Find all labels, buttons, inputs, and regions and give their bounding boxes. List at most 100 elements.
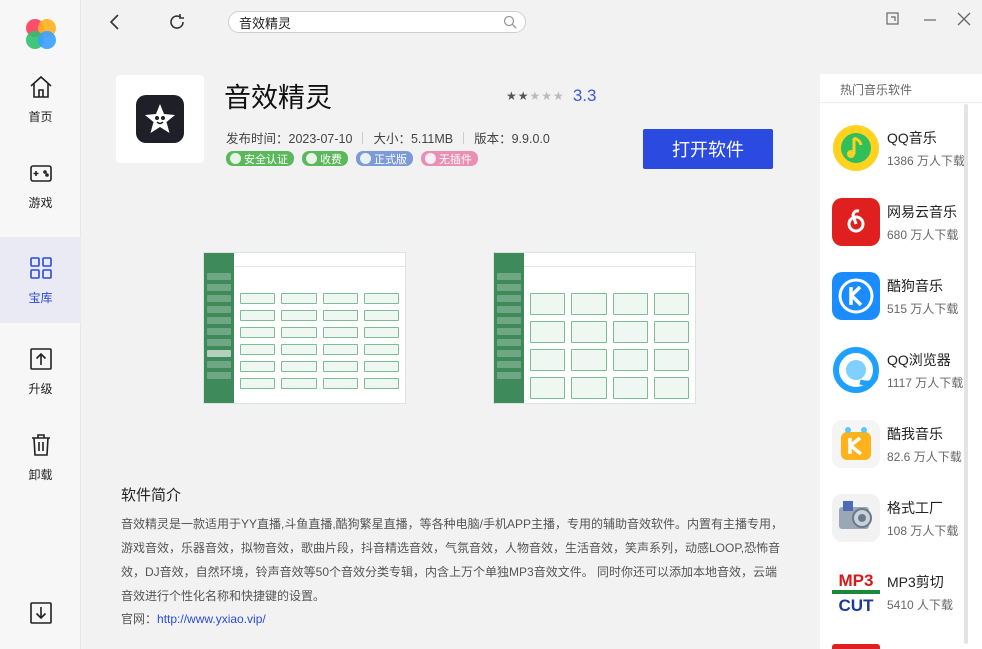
screenshot-grid — [240, 293, 399, 389]
nav-item-home[interactable]: 首页 — [0, 56, 81, 142]
next-item-peek — [832, 644, 880, 649]
kuwo-icon — [832, 420, 880, 468]
item-name: 格式工厂 — [887, 499, 943, 516]
screenshot-sidebar — [494, 253, 524, 403]
home-icon — [29, 75, 52, 98]
badge-label: 正式版 — [374, 153, 407, 166]
close-icon — [957, 12, 971, 26]
hot-music-panel: 热门音乐软件 QQ音乐 1386 万人下载 网易云音乐 680 万人下载 酷狗音乐 5… — [820, 74, 982, 649]
scrollbar[interactable] — [964, 104, 968, 644]
item-name: MP3剪切 — [887, 573, 944, 590]
badge-label: 安全认证 — [244, 153, 288, 166]
divider — [820, 102, 982, 103]
hot-item-kuwo[interactable]: 酷我音乐 82.6 万人下载 — [832, 417, 972, 471]
gamepad-icon — [29, 164, 52, 182]
badge-no-plugin: 无插件 — [421, 151, 478, 166]
netease-music-icon — [832, 198, 880, 246]
nav-item-upgrade[interactable]: 升级 — [0, 328, 81, 414]
app-title: 音效精灵 — [224, 83, 332, 113]
hot-item-netease[interactable]: 网易云音乐 680 万人下载 — [832, 195, 972, 249]
nav-item-treasury[interactable]: 宝库 — [0, 237, 81, 323]
upgrade-icon — [29, 347, 52, 370]
app-meta: 发布时间：2023-07-10 大小：5.11MB 版本：9.9.0.0 — [226, 128, 550, 147]
refresh-icon — [170, 14, 184, 29]
nav-download[interactable] — [0, 590, 81, 636]
left-nav: 首页 游戏 宝库 升级 卸载 — [0, 0, 81, 649]
back-button[interactable] — [103, 10, 127, 34]
app-screenshot-2[interactable] — [493, 252, 696, 404]
intro-title: 软件简介 — [121, 487, 182, 504]
screenshot-titlebar — [494, 253, 695, 267]
qqmusic-icon — [832, 124, 880, 172]
refresh-button[interactable] — [165, 10, 189, 34]
minimize-icon — [924, 19, 936, 21]
plugin-icon — [425, 153, 436, 164]
nav-item-games[interactable]: 游戏 — [0, 142, 81, 228]
app-icon-container — [116, 75, 204, 163]
app-logo-icon — [26, 19, 56, 49]
item-downloads: 5410 人下载 — [887, 597, 954, 612]
item-name: QQ音乐 — [887, 129, 937, 146]
hot-item-kugou[interactable]: 酷狗音乐 515 万人下载 — [832, 269, 972, 323]
download-icon — [29, 602, 52, 624]
yen-icon — [306, 153, 317, 164]
divider — [362, 131, 364, 144]
version: 版本：9.9.0.0 — [474, 132, 550, 146]
kugou-icon — [832, 272, 880, 320]
rating-stars: ★★★★★ — [506, 89, 565, 103]
nav-label: 卸载 — [28, 467, 53, 482]
format-factory-icon — [832, 494, 880, 542]
item-downloads: 108 万人下载 — [887, 523, 959, 538]
qqbrowser-icon — [832, 346, 880, 394]
search-box — [228, 11, 526, 33]
item-name: 网易云音乐 — [887, 203, 957, 220]
item-name: 酷狗音乐 — [887, 277, 943, 294]
nav-item-uninstall[interactable]: 卸载 — [0, 414, 81, 500]
site-link[interactable]: http://www.yxiao.vip/ — [157, 612, 266, 626]
nav-label: 游戏 — [28, 195, 53, 210]
badge-label: 收费 — [320, 153, 342, 166]
official-site: 官网：http://www.yxiao.vip/ — [121, 610, 266, 627]
badge-label: 无插件 — [439, 153, 472, 166]
close-button[interactable] — [955, 10, 973, 28]
minimize-button[interactable] — [921, 10, 939, 28]
app-rating: ★★★★★ 3.3 — [506, 86, 596, 106]
intro-body: 音效精灵是一款适用于YY直播,斗鱼直播,酷狗繁星直播，等各种电脑/手机APP主播… — [121, 517, 784, 603]
badge-safe: 安全认证 — [226, 151, 294, 166]
hot-item-qqmusic[interactable]: QQ音乐 1386 万人下载 — [832, 121, 972, 175]
app-icon — [136, 95, 184, 143]
restore-button[interactable] — [884, 10, 902, 28]
nav-label: 首页 — [28, 109, 53, 124]
grid-icon — [29, 256, 52, 279]
screenshot-grid — [530, 293, 689, 399]
badge-paid: 收费 — [302, 151, 348, 166]
open-app-button[interactable]: 打开软件 — [643, 129, 773, 169]
shield-icon — [230, 153, 241, 164]
mp3-cut-icon: MP3 CUT — [832, 568, 880, 616]
badge-official: 正式版 — [356, 151, 413, 166]
screenshot-titlebar — [204, 253, 405, 267]
hot-item-mp3cut[interactable]: MP3 CUT MP3剪切 5410 人下载 — [832, 565, 972, 619]
app-screenshot-1[interactable] — [203, 252, 406, 404]
nav-label: 宝库 — [28, 290, 53, 305]
divider — [463, 131, 465, 144]
item-downloads: 1386 万人下载 — [887, 153, 966, 168]
search-input[interactable] — [239, 14, 489, 30]
nav-label: 升级 — [28, 381, 53, 396]
site-label: 官网： — [121, 612, 158, 626]
restore-icon — [886, 12, 899, 25]
badge-list: 安全认证 收费 正式版 无插件 — [226, 151, 478, 166]
item-downloads: 680 万人下载 — [887, 227, 959, 242]
hot-item-formatfactory[interactable]: 格式工厂 108 万人下载 — [832, 491, 972, 545]
file-size: 大小：5.11MB — [373, 132, 454, 146]
trash-icon — [31, 433, 50, 456]
release-date: 发布时间：2023-07-10 — [226, 132, 353, 146]
item-name: 酷我音乐 — [887, 425, 943, 442]
hot-item-qqbrowser[interactable]: QQ浏览器 1117 万人下载 — [832, 343, 972, 397]
chevron-left-icon — [109, 14, 119, 30]
screenshot-sidebar — [204, 253, 234, 403]
svg-text:CUT: CUT — [839, 596, 875, 615]
svg-text:MP3: MP3 — [839, 571, 874, 590]
top-bar — [81, 0, 982, 44]
search-icon[interactable] — [503, 15, 517, 29]
